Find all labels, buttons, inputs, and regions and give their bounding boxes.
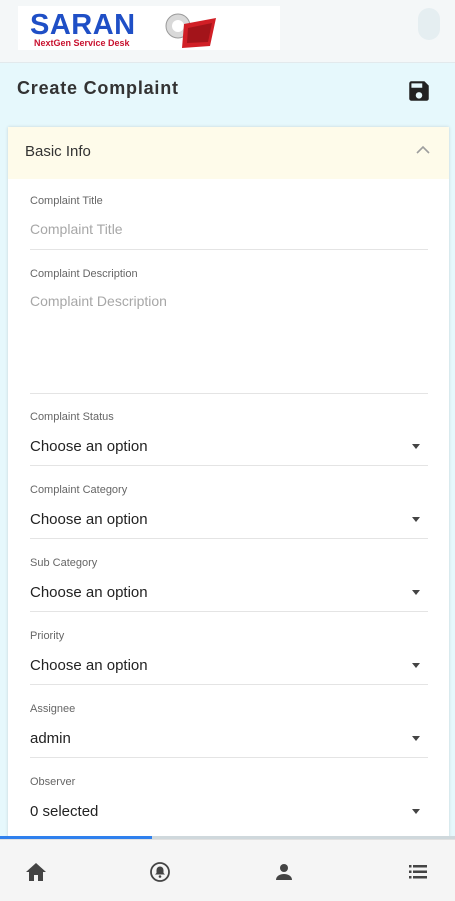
complaint-category-select[interactable]: Complaint Category Choose an option: [30, 476, 428, 539]
assignee-select[interactable]: Assignee admin: [30, 695, 428, 758]
sub-category-label: Sub Category: [30, 557, 98, 569]
logo-mark-icon: [165, 13, 216, 48]
complaint-title-input[interactable]: Complaint Title: [30, 221, 123, 237]
observer-value: 0 selected: [30, 803, 99, 820]
nav-home-button[interactable]: [24, 860, 48, 884]
person-icon: [276, 864, 292, 880]
sub-category-select[interactable]: Sub Category Choose an option: [30, 549, 428, 612]
logo-text: SARAN: [30, 9, 136, 41]
complaint-category-label: Complaint Category: [30, 484, 128, 496]
dropdown-caret-icon: [412, 444, 420, 449]
complaint-category-value: Choose an option: [30, 511, 148, 528]
dropdown-caret-icon: [412, 590, 420, 595]
dropdown-caret-icon: [412, 517, 420, 522]
list-menu-icon: [409, 865, 427, 879]
home-icon: [26, 863, 46, 881]
complaint-title-label: Complaint Title: [30, 195, 103, 207]
save-button[interactable]: [406, 78, 432, 104]
complaint-status-label: Complaint Status: [30, 411, 114, 423]
nav-profile-button[interactable]: [272, 860, 296, 884]
dropdown-caret-icon: [412, 736, 420, 741]
basic-info-panel-header[interactable]: Basic Info: [8, 127, 449, 179]
complaint-status-value: Choose an option: [30, 438, 148, 455]
chevron-up-icon[interactable]: [416, 145, 430, 155]
priority-select[interactable]: Priority Choose an option: [30, 622, 428, 685]
floppy-disk-icon: [409, 81, 429, 101]
assignee-value: admin: [30, 730, 71, 747]
sub-category-value: Choose an option: [30, 584, 148, 601]
observer-label: Observer: [30, 776, 76, 788]
logo-tagline: NextGen Service Desk: [34, 38, 130, 48]
nav-alerts-button[interactable]: [148, 860, 172, 884]
complaint-title-field[interactable]: Complaint Title Complaint Title: [30, 185, 428, 250]
basic-info-card: Basic Info Complaint Title Complaint Tit…: [8, 127, 449, 847]
dropdown-caret-icon: [412, 809, 420, 814]
brand-logo[interactable]: SARAN NextGen Service Desk: [18, 6, 280, 50]
dropdown-caret-icon: [412, 663, 420, 668]
title-bar: Create Complaint: [0, 66, 455, 118]
complaint-description-label: Complaint Description: [30, 268, 138, 280]
priority-value: Choose an option: [30, 657, 148, 674]
complaint-status-select[interactable]: Complaint Status Choose an option: [30, 403, 428, 466]
alert-bell-icon: [150, 862, 170, 882]
panel-title: Basic Info: [25, 143, 91, 160]
profile-avatar[interactable]: [418, 8, 440, 40]
assignee-label: Assignee: [30, 703, 76, 715]
page-title: Create Complaint: [17, 78, 179, 98]
bottom-navigation: [0, 839, 455, 901]
observer-select[interactable]: Observer 0 selected: [30, 768, 428, 830]
complaint-description-field[interactable]: Complaint Description Complaint Descript…: [30, 257, 428, 394]
complaint-description-textarea[interactable]: Complaint Description: [30, 293, 167, 309]
nav-menu-button[interactable]: [406, 860, 430, 884]
top-bar: SARAN NextGen Service Desk: [0, 0, 455, 63]
priority-label: Priority: [30, 630, 65, 642]
